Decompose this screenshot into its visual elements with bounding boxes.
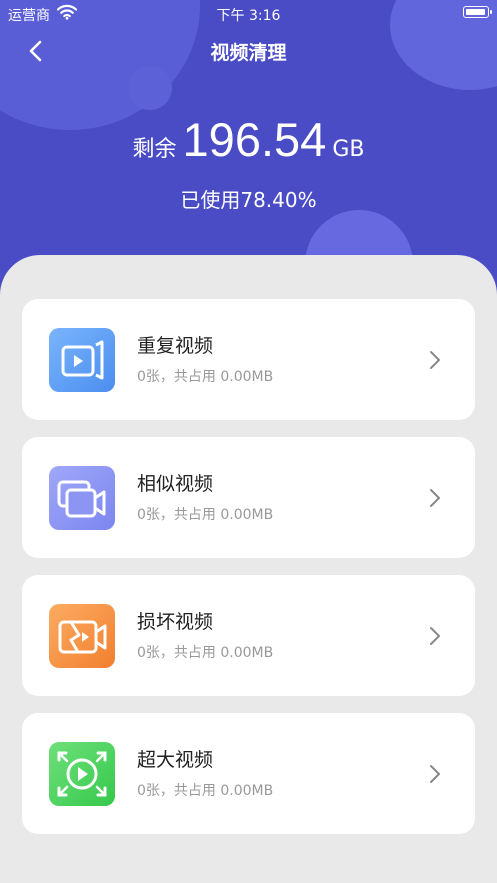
storage-remaining: 剩余 196.54 GB	[0, 112, 497, 167]
item-detail: 0张，共占用 0.00MB	[137, 783, 274, 799]
remaining-value: 196.54	[182, 113, 327, 166]
item-detail: 0张，共占用 0.00MB	[137, 645, 274, 661]
list-item-large-video[interactable]: 超大视频 0张，共占用 0.00MB	[22, 713, 475, 834]
item-title: 损坏视频	[137, 611, 214, 633]
large-video-icon	[49, 742, 115, 806]
remaining-label: 剩余	[132, 137, 177, 162]
chevron-right-icon	[430, 489, 440, 507]
content-panel: 重复视频 0张，共占用 0.00MB 相似视频 0张，共占用 0.00MB 损坏…	[0, 255, 497, 883]
item-detail: 0张，共占用 0.00MB	[137, 369, 274, 385]
status-bar: 运营商 下午 3:16	[0, 0, 497, 26]
chevron-right-icon	[430, 351, 440, 369]
list-item-duplicate-video[interactable]: 重复视频 0张，共占用 0.00MB	[22, 299, 475, 420]
status-time: 下午 3:16	[216, 8, 281, 24]
item-detail: 0张，共占用 0.00MB	[137, 507, 274, 523]
similar-video-icon	[49, 466, 115, 530]
item-title: 超大视频	[137, 749, 214, 771]
broken-video-icon	[49, 604, 115, 668]
item-title: 相似视频	[137, 473, 214, 495]
page-title: 视频清理	[210, 42, 287, 64]
battery-icon	[463, 6, 492, 18]
chevron-right-icon	[430, 627, 440, 645]
decor-blob	[128, 66, 172, 110]
chevron-right-icon	[430, 765, 440, 783]
list-item-similar-video[interactable]: 相似视频 0张，共占用 0.00MB	[22, 437, 475, 558]
duplicate-video-icon	[49, 328, 115, 392]
item-title: 重复视频	[137, 335, 214, 357]
list-item-broken-video[interactable]: 损坏视频 0张，共占用 0.00MB	[22, 575, 475, 696]
remaining-unit: GB	[332, 137, 365, 162]
storage-used: 已使用78.40%	[180, 188, 317, 212]
